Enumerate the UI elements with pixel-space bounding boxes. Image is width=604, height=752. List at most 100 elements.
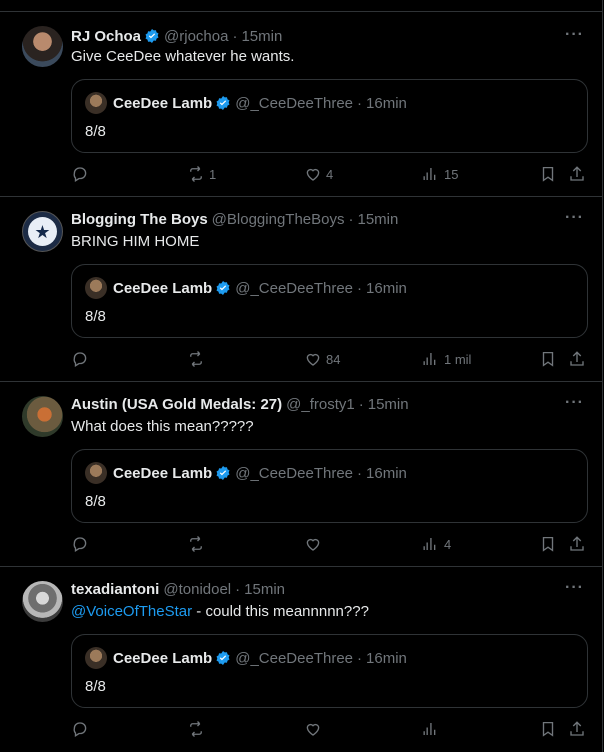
tweet-header: Blogging The Boys @BloggingTheBoys · 15m… — [71, 209, 398, 229]
heart-icon — [306, 723, 320, 736]
tweet-text: BRING HIM HOME — [71, 233, 200, 250]
reply-button[interactable] — [71, 720, 93, 738]
author-handle[interactable]: @rjochoa — [164, 28, 228, 45]
reply-button[interactable] — [71, 535, 93, 553]
mention-link[interactable]: @VoiceOfTheStar — [71, 603, 192, 620]
quoted-timestamp: 16min — [366, 94, 407, 112]
reply-icon — [73, 352, 87, 367]
more-options-icon[interactable]: ··· — [565, 209, 584, 227]
more-options-icon[interactable]: ··· — [565, 579, 584, 597]
like-button[interactable]: 84 — [304, 350, 340, 368]
quoted-author-name: CeeDee Lamb — [113, 649, 213, 667]
share-button[interactable] — [568, 350, 586, 368]
quoted-header: CeeDee Lamb @_CeeDeeThree · 16min — [113, 278, 407, 298]
quoted-header: CeeDee Lamb @_CeeDeeThree · 16min — [113, 463, 407, 483]
tweet[interactable]: texadiantoni @tonidoel · 15min ··· @Voic… — [0, 567, 602, 752]
bookmark-icon — [542, 166, 554, 182]
retweet-button[interactable]: 1 — [187, 165, 216, 183]
retweet-button[interactable] — [187, 720, 209, 738]
timestamp[interactable]: 15min — [357, 211, 398, 228]
action-bar — [71, 720, 591, 740]
share-button[interactable] — [568, 720, 586, 738]
bookmark-icon — [542, 536, 554, 552]
quoted-tweet[interactable]: CeeDee Lamb @_CeeDeeThree · 16min 8/8 — [71, 264, 588, 338]
bookmark-button[interactable] — [539, 165, 557, 183]
more-options-icon[interactable]: ··· — [565, 26, 584, 44]
bookmark-icon — [542, 721, 554, 737]
tweet[interactable]: ★ Blogging The Boys @BloggingTheBoys · 1… — [0, 197, 602, 382]
separator: · — [348, 210, 354, 228]
action-bar: 1 4 15 — [71, 165, 591, 185]
views-icon — [423, 353, 436, 365]
action-bar: 84 1 mil — [71, 350, 591, 370]
quoted-text: 8/8 — [85, 493, 106, 510]
verified-badge-icon — [216, 651, 230, 665]
quoted-text: 8/8 — [85, 123, 106, 140]
quoted-author-handle: @_CeeDeeThree — [235, 649, 354, 667]
share-icon — [570, 166, 584, 181]
author-name[interactable]: texadiantoni — [71, 581, 159, 598]
timestamp[interactable]: 15min — [368, 396, 409, 413]
quoted-author-name: CeeDee Lamb — [113, 464, 213, 482]
tweet-text-rest: - could this meannnnn??? — [192, 603, 369, 620]
tweet[interactable]: Austin (USA Gold Medals: 27) @_frosty1 ·… — [0, 382, 602, 567]
tweet[interactable]: RJ Ochoa @rjochoa · 15min ··· Give CeeDe… — [0, 12, 602, 197]
views-icon — [423, 723, 436, 735]
bookmark-button[interactable] — [539, 720, 557, 738]
share-button[interactable] — [568, 165, 586, 183]
avatar[interactable] — [22, 396, 63, 437]
tweet-header: RJ Ochoa @rjochoa · 15min — [71, 26, 282, 46]
views-button[interactable]: 4 — [422, 535, 451, 553]
reply-button[interactable] — [71, 350, 93, 368]
separator: · — [235, 580, 241, 598]
star-logo-icon: ★ — [28, 217, 57, 246]
quoted-header: CeeDee Lamb @_CeeDeeThree · 16min — [113, 648, 407, 668]
avatar[interactable] — [22, 26, 63, 67]
views-icon — [423, 168, 436, 180]
share-icon — [570, 536, 584, 551]
author-name[interactable]: RJ Ochoa — [71, 28, 141, 45]
author-handle[interactable]: @_frosty1 — [286, 396, 355, 413]
tweet-header: texadiantoni @tonidoel · 15min — [71, 579, 285, 599]
timestamp[interactable]: 15min — [241, 28, 282, 45]
separator: · — [357, 649, 363, 667]
quoted-timestamp: 16min — [366, 464, 407, 482]
author-handle[interactable]: @BloggingTheBoys — [212, 211, 345, 228]
views-button[interactable]: 1 mil — [422, 350, 471, 368]
quoted-tweet[interactable]: CeeDee Lamb @_CeeDeeThree · 16min 8/8 — [71, 79, 588, 153]
verified-badge-icon — [145, 29, 159, 43]
views-button[interactable] — [422, 720, 444, 738]
avatar[interactable]: ★ — [22, 211, 63, 252]
quoted-timestamp: 16min — [366, 279, 407, 297]
retweet-button[interactable] — [187, 350, 209, 368]
bookmark-icon — [542, 351, 554, 367]
verified-badge-icon — [216, 96, 230, 110]
bookmark-button[interactable] — [539, 350, 557, 368]
reply-icon — [73, 167, 87, 182]
views-button[interactable]: 15 — [422, 165, 458, 183]
reply-button[interactable] — [71, 165, 93, 183]
author-handle[interactable]: @tonidoel — [163, 581, 231, 598]
views-count: 1 mil — [444, 351, 472, 367]
like-count: 84 — [326, 351, 341, 367]
avatar[interactable] — [22, 581, 63, 622]
author-name[interactable]: Austin (USA Gold Medals: 27) — [71, 396, 282, 413]
retweet-icon — [190, 351, 202, 367]
like-button[interactable] — [304, 535, 326, 553]
author-name[interactable]: Blogging The Boys — [71, 211, 208, 228]
more-options-icon[interactable]: ··· — [565, 394, 584, 412]
like-button[interactable]: 4 — [304, 165, 333, 183]
tweet-header: Austin (USA Gold Medals: 27) @_frosty1 ·… — [71, 394, 409, 414]
separator: · — [357, 464, 363, 482]
quoted-avatar — [85, 462, 107, 484]
retweet-button[interactable] — [187, 535, 209, 553]
like-button[interactable] — [304, 720, 326, 738]
quoted-tweet[interactable]: CeeDee Lamb @_CeeDeeThree · 16min 8/8 — [71, 449, 588, 523]
quoted-tweet[interactable]: CeeDee Lamb @_CeeDeeThree · 16min 8/8 — [71, 634, 588, 708]
quoted-header: CeeDee Lamb @_CeeDeeThree · 16min — [113, 93, 407, 113]
share-button[interactable] — [568, 535, 586, 553]
quoted-avatar — [85, 277, 107, 299]
timestamp[interactable]: 15min — [244, 581, 285, 598]
bookmark-button[interactable] — [539, 535, 557, 553]
quoted-avatar — [85, 647, 107, 669]
